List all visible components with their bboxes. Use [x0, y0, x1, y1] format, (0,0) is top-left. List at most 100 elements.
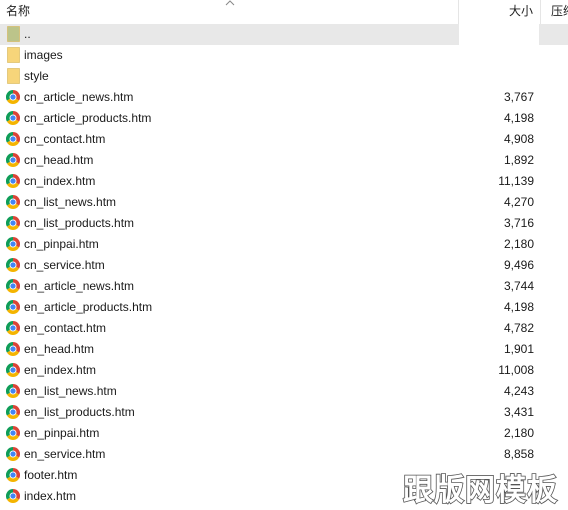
file-row[interactable]: cn_article_news.htm 3,767: [0, 87, 568, 108]
file-size: 1,901: [503, 342, 534, 356]
chrome-file-icon: [6, 363, 20, 377]
chrome-file-icon: [6, 195, 20, 209]
file-name: en_pinpai.htm: [24, 426, 100, 440]
file-name: style: [24, 69, 49, 83]
chrome-file-icon: [6, 111, 20, 125]
row-size-cell: 4,782: [459, 318, 539, 339]
parent-folder-row[interactable]: ..: [0, 24, 568, 45]
file-row[interactable]: en_service.htm 8,858: [0, 444, 568, 465]
chrome-file-icon: [6, 489, 20, 503]
chrome-file-icon: [6, 216, 20, 230]
file-row[interactable]: cn_pinpai.htm 2,180: [0, 234, 568, 255]
file-name: footer.htm: [24, 468, 78, 482]
file-size: 4,243: [503, 384, 534, 398]
row-size-cell: 4,908: [459, 129, 539, 150]
row-size-cell: 1,901: [459, 339, 539, 360]
file-name: en_list_products.htm: [24, 405, 135, 419]
chrome-file-icon: [6, 321, 20, 335]
file-name: cn_service.htm: [24, 258, 105, 272]
column-header-compressed[interactable]: 压缩: [541, 0, 568, 24]
row-name-cell: [0, 66, 459, 87]
svg-text:跟版网模板: 跟版网模板: [403, 473, 558, 508]
file-size: 9,496: [503, 258, 534, 272]
row-name-cell: [0, 45, 459, 66]
file-name: cn_article_products.htm: [24, 111, 152, 125]
file-list: .. images style cn_article_news.htm 3,767 cn_…: [0, 24, 568, 507]
file-name: en_article_products.htm: [24, 300, 153, 314]
row-size-cell: 3,767: [459, 87, 539, 108]
file-name: cn_article_news.htm: [24, 90, 134, 104]
chrome-file-icon: [6, 258, 20, 272]
chrome-file-icon: [6, 405, 20, 419]
chrome-file-icon: [6, 426, 20, 440]
chrome-file-icon: [6, 384, 20, 398]
chrome-file-icon: [6, 174, 20, 188]
file-size: 4,908: [503, 132, 534, 146]
file-size: 3,431: [503, 405, 534, 419]
row-size-cell: [459, 66, 539, 87]
file-size: 2,180: [503, 426, 534, 440]
row-size-cell: 1,892: [459, 150, 539, 171]
file-row[interactable]: en_article_news.htm 3,744: [0, 276, 568, 297]
row-size-cell: 9,496: [459, 255, 539, 276]
file-size: 4,270: [503, 195, 534, 209]
row-size-cell: 8,858: [459, 444, 539, 465]
chrome-file-icon: [6, 279, 20, 293]
watermark-logo: 跟版网模板: [402, 472, 558, 509]
folder-row[interactable]: style: [0, 66, 568, 87]
chrome-file-icon: [6, 237, 20, 251]
chrome-file-icon: [6, 90, 20, 104]
file-name: cn_list_products.htm: [24, 216, 135, 230]
file-size: 8,858: [503, 447, 534, 461]
file-name: ..: [24, 27, 31, 41]
row-name-cell: [0, 24, 459, 45]
file-size: 1,892: [503, 153, 534, 167]
file-size: 3,716: [503, 216, 534, 230]
file-name: cn_index.htm: [24, 174, 96, 188]
chrome-file-icon: [6, 153, 20, 167]
file-name: index.htm: [24, 489, 77, 503]
sort-ascending-icon: [225, 0, 235, 6]
file-row[interactable]: en_head.htm 1,901: [0, 339, 568, 360]
row-size-cell: 11,139: [459, 171, 539, 192]
chrome-file-icon: [6, 342, 20, 356]
chrome-file-icon: [6, 300, 20, 314]
chrome-file-icon: [6, 447, 20, 461]
file-name: en_list_news.htm: [24, 384, 117, 398]
file-name: cn_list_news.htm: [24, 195, 117, 209]
file-name: cn_pinpai.htm: [24, 237, 99, 251]
file-size: 3,767: [503, 90, 534, 104]
file-row[interactable]: en_list_products.htm 3,431: [0, 402, 568, 423]
file-row[interactable]: cn_index.htm 11,139: [0, 171, 568, 192]
chrome-file-icon: [6, 132, 20, 146]
file-row[interactable]: cn_head.htm 1,892: [0, 150, 568, 171]
file-row[interactable]: cn_list_news.htm 4,270: [0, 192, 568, 213]
column-header: 名称 大小 压缩: [0, 0, 568, 25]
row-size-cell: 11,008: [459, 360, 539, 381]
file-name: en_article_news.htm: [24, 279, 135, 293]
row-size-cell: [459, 45, 539, 66]
row-size-cell: 4,198: [459, 297, 539, 318]
file-size: 11,008: [498, 363, 534, 377]
file-size: 3,744: [503, 279, 534, 293]
file-size: 4,198: [503, 300, 534, 314]
file-row[interactable]: en_index.htm 11,008: [0, 360, 568, 381]
file-row[interactable]: cn_article_products.htm 4,198: [0, 108, 568, 129]
folder-icon: [7, 47, 20, 63]
column-header-size[interactable]: 大小: [459, 0, 539, 24]
file-row[interactable]: en_article_products.htm 4,198: [0, 297, 568, 318]
file-name: cn_head.htm: [24, 153, 94, 167]
file-row[interactable]: en_pinpai.htm 2,180: [0, 423, 568, 444]
row-size-cell: 4,270: [459, 192, 539, 213]
file-name: en_head.htm: [24, 342, 95, 356]
folder-row[interactable]: images: [0, 45, 568, 66]
row-size-cell: 3,744: [459, 276, 539, 297]
file-name: en_index.htm: [24, 363, 97, 377]
file-row[interactable]: en_contact.htm 4,782: [0, 318, 568, 339]
file-size: 2,180: [503, 237, 534, 251]
file-row[interactable]: cn_contact.htm 4,908: [0, 129, 568, 150]
file-row[interactable]: en_list_news.htm 4,243: [0, 381, 568, 402]
row-size-cell: 3,716: [459, 213, 539, 234]
file-row[interactable]: cn_service.htm 9,496: [0, 255, 568, 276]
file-row[interactable]: cn_list_products.htm 3,716: [0, 213, 568, 234]
